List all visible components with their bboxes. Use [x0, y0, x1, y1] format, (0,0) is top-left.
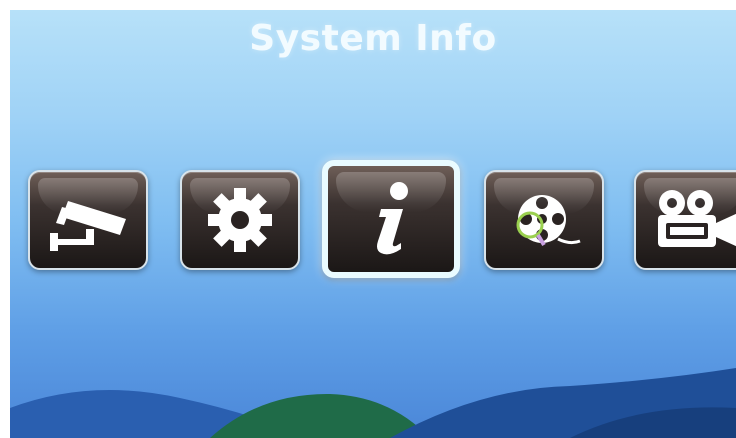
video-camera-icon	[646, 185, 736, 255]
info-icon	[361, 179, 421, 259]
security-camera-icon	[46, 185, 130, 255]
screen-title: System Info	[249, 18, 497, 59]
decorative-waves	[10, 368, 736, 438]
menu-item-playback[interactable]	[484, 170, 604, 270]
dvr-main-menu-screen: System Info	[10, 10, 736, 438]
menu-item-camera[interactable]	[28, 170, 148, 270]
gear-icon	[205, 185, 275, 255]
menu-item-system-info[interactable]	[322, 160, 460, 278]
menu-item-setup[interactable]	[180, 170, 300, 270]
film-reel-search-icon	[504, 185, 584, 255]
menu-item-record[interactable]	[634, 170, 736, 270]
